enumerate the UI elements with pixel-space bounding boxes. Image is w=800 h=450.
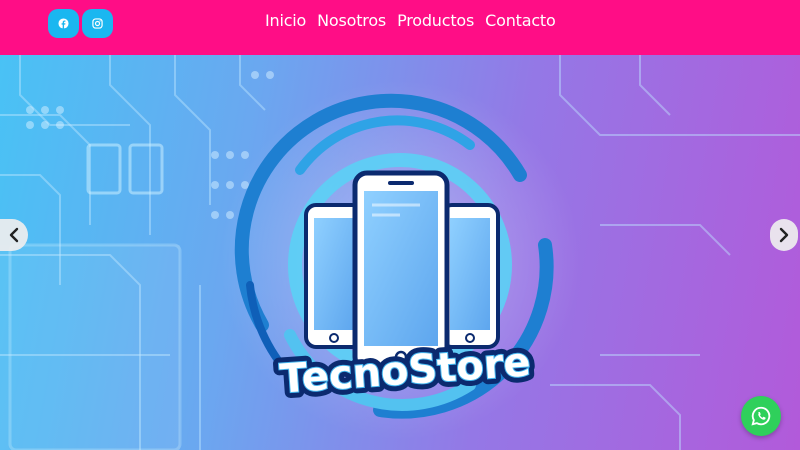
- nav-productos[interactable]: Productos: [397, 9, 474, 33]
- chevron-left-icon: [9, 227, 19, 243]
- nav-contacto[interactable]: Contacto: [485, 9, 556, 33]
- nav-inicio[interactable]: Inicio: [265, 9, 306, 33]
- facebook-icon: [58, 18, 69, 29]
- facebook-button[interactable]: [48, 9, 79, 38]
- top-navbar: Inicio Nosotros Productos Contacto: [0, 0, 800, 55]
- instagram-icon: [92, 18, 103, 29]
- whatsapp-icon: [751, 406, 771, 426]
- main-nav: Inicio Nosotros Productos Contacto: [265, 9, 556, 33]
- slider-next-button[interactable]: [770, 219, 798, 251]
- instagram-button[interactable]: [82, 9, 113, 38]
- tecnostore-logo: TecnoStore TecnoStore: [272, 333, 538, 408]
- whatsapp-button[interactable]: [741, 396, 781, 436]
- chevron-right-icon: [779, 227, 789, 243]
- hero-slider: TecnoStore TecnoStore: [0, 55, 800, 450]
- nav-nosotros[interactable]: Nosotros: [317, 9, 386, 33]
- logo-text: TecnoStore: [278, 339, 532, 402]
